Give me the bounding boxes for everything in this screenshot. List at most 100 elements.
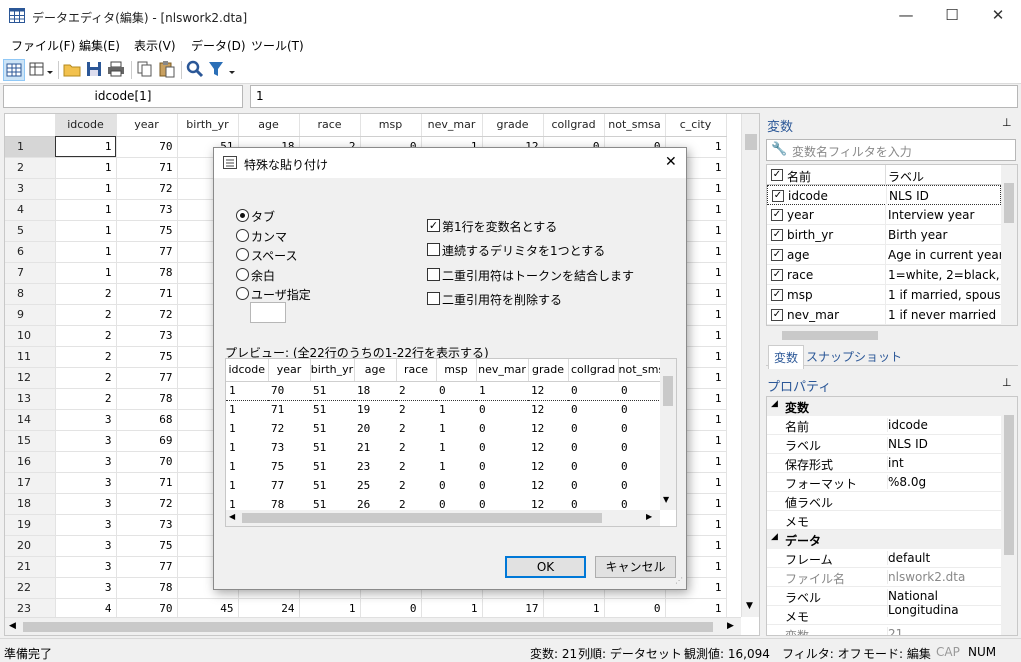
property-row[interactable]: フォーマット %8.0g [767, 473, 1001, 492]
data-browser-icon[interactable] [27, 59, 53, 81]
data-cell[interactable]: 70 [116, 598, 178, 620]
row-number[interactable]: 10 [5, 325, 56, 347]
data-cell[interactable]: 1 [55, 178, 117, 200]
property-section[interactable]: ◢ データ [767, 530, 1001, 549]
column-header[interactable]: race [299, 114, 361, 137]
column-header[interactable]: c_city [665, 114, 727, 137]
data-cell[interactable]: 69 [116, 430, 178, 452]
row-number[interactable]: 8 [5, 283, 56, 305]
delimiter-label[interactable]: タブ [251, 208, 275, 225]
option-checkbox[interactable] [427, 291, 440, 305]
data-cell[interactable]: 1 [299, 598, 361, 620]
column-header[interactable]: msp [360, 114, 422, 137]
variable-row[interactable]: ✓ year Interview year [767, 205, 1001, 225]
row-number[interactable]: 1 [5, 136, 56, 158]
row-number[interactable]: 14 [5, 409, 56, 431]
data-cell[interactable]: 24 [238, 598, 300, 620]
find-icon[interactable] [185, 59, 207, 81]
variable-row[interactable]: ✓ idcode NLS ID [767, 185, 1001, 205]
variable-row[interactable]: ✓ race 1=white, 2=black, 3=ot [767, 265, 1001, 285]
data-cell[interactable]: 3 [55, 472, 117, 494]
option-label[interactable]: 連続するデリミタを1つとする [442, 242, 605, 259]
delimiter-radio[interactable] [236, 267, 249, 281]
delimiter-label[interactable]: ユーザ指定 [251, 286, 311, 303]
variable-list[interactable]: ✓ 名前 ラベル ✓ idcode NLS ID ✓ year Interview yea… [766, 164, 1018, 326]
custom-delimiter-field[interactable] [250, 302, 286, 323]
variable-row[interactable]: ✓ msp 1 if married, spouse pr [767, 285, 1001, 305]
column-header[interactable]: idcode [55, 114, 117, 137]
property-section[interactable]: ◢ 変数 [767, 397, 1001, 416]
variable-visible-checkbox[interactable]: ✓ [771, 209, 783, 221]
column-header[interactable]: not_smsa [604, 114, 666, 137]
scroll-down-icon[interactable]: ▼ [663, 495, 669, 504]
delimiter-label[interactable]: スペース [251, 247, 298, 264]
preview-hscrollbar[interactable]: ◀ ▶ [226, 510, 660, 526]
data-cell[interactable]: 3 [55, 493, 117, 515]
cancel-button[interactable]: キャンセル [595, 556, 676, 578]
column-header[interactable]: collgrad [543, 114, 605, 137]
data-cell[interactable]: 1 [55, 157, 117, 179]
grid-vertical-scrollbar[interactable]: ▼ [741, 114, 759, 617]
option-label[interactable]: 第1行を変数名とする [442, 218, 557, 235]
data-cell[interactable]: 72 [116, 304, 178, 326]
tab-variables[interactable]: 変数 [768, 345, 805, 369]
row-number[interactable]: 9 [5, 304, 56, 326]
delimiter-radio[interactable] [236, 248, 249, 261]
filter-icon[interactable] [207, 59, 239, 81]
data-cell[interactable]: 1 [55, 220, 117, 242]
grid-hscroll-thumb[interactable] [23, 622, 713, 632]
option-label[interactable]: 二重引用符を削除する [442, 291, 562, 308]
preview-hscroll-thumb[interactable] [242, 513, 602, 523]
row-number[interactable]: 22 [5, 577, 56, 599]
data-cell[interactable]: 70 [116, 136, 178, 158]
column-header-name[interactable]: 名前 [787, 168, 811, 185]
scroll-left-icon[interactable]: ◀ [229, 512, 235, 521]
property-row[interactable]: ラベル NLS ID [767, 435, 1001, 454]
menu-tools[interactable]: ツール(T) [251, 37, 304, 54]
properties-scroll-thumb[interactable] [1004, 415, 1014, 555]
data-cell[interactable]: 2 [55, 283, 117, 305]
variable-row[interactable]: ✓ birth_yr Birth year [767, 225, 1001, 245]
menu-file[interactable]: ファイル(F) [11, 37, 75, 54]
variable-visible-checkbox[interactable]: ✓ [771, 229, 783, 241]
data-cell[interactable]: 1 [55, 136, 117, 158]
property-row[interactable]: フレーム default [767, 549, 1001, 568]
maximize-button[interactable]: ☐ [929, 0, 975, 32]
column-header[interactable]: grade [482, 114, 544, 137]
select-all-checkbox[interactable]: ✓ [771, 169, 783, 181]
property-row[interactable]: 保存形式 int [767, 454, 1001, 473]
variable-visible-checkbox[interactable]: ✓ [771, 289, 783, 301]
data-cell[interactable]: 4 [55, 598, 117, 620]
close-button[interactable]: ✕ [975, 0, 1021, 32]
column-header[interactable]: age [238, 114, 300, 137]
column-header-label[interactable]: ラベル [885, 165, 924, 185]
collapse-icon[interactable]: ◢ [771, 399, 778, 409]
data-cell[interactable]: 78 [116, 577, 178, 599]
data-cell[interactable]: 2 [55, 346, 117, 368]
grid-horizontal-scrollbar[interactable]: ◀ ▶ [5, 617, 741, 635]
row-number[interactable]: 15 [5, 430, 56, 452]
column-header[interactable]: year [116, 114, 178, 137]
row-number[interactable]: 7 [5, 262, 56, 284]
property-row[interactable]: ラベル National Longitudina [767, 587, 1001, 617]
data-cell[interactable]: 1 [665, 598, 727, 620]
data-cell[interactable]: 1 [55, 262, 117, 284]
option-checkbox[interactable]: ✓ [427, 219, 440, 232]
variable-list-scroll-thumb[interactable] [1004, 183, 1014, 223]
property-row[interactable]: 変数 21 [767, 625, 1001, 635]
data-cell[interactable]: 2 [55, 367, 117, 389]
row-number[interactable]: 20 [5, 535, 56, 557]
dialog-close-button[interactable]: ✕ [665, 154, 677, 170]
data-cell[interactable]: 0 [604, 598, 666, 620]
paste-icon[interactable] [157, 59, 179, 81]
cell-name-box[interactable]: idcode[1] [3, 85, 243, 108]
row-number[interactable]: 2 [5, 157, 56, 179]
scroll-left-icon[interactable]: ◀ [9, 621, 16, 631]
save-icon[interactable] [84, 59, 106, 81]
data-cell[interactable]: 71 [116, 283, 178, 305]
delimiter-radio[interactable] [236, 209, 249, 222]
variable-row[interactable]: ✓ age Age in current year [767, 245, 1001, 265]
row-number[interactable]: 17 [5, 472, 56, 494]
menu-edit[interactable]: 編集(E) [79, 37, 120, 54]
menu-data[interactable]: データ(D) [191, 37, 246, 54]
